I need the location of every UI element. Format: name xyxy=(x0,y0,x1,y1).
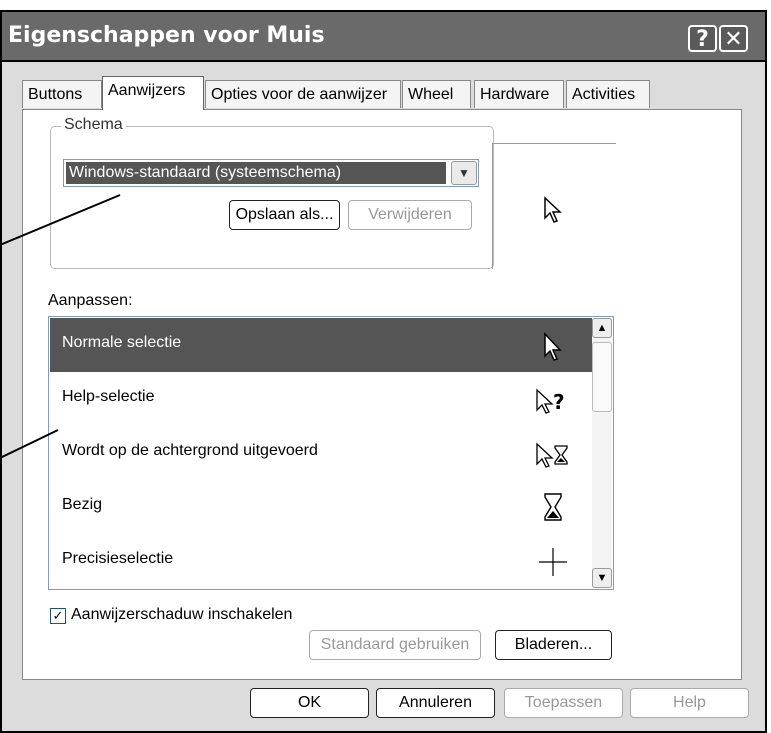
scroll-thumb[interactable] xyxy=(592,342,612,412)
cursor-list[interactable]: Normale selectie Help-selectie ? Wordt o… xyxy=(48,316,614,590)
browse-button[interactable]: Bladeren... xyxy=(495,630,612,660)
tab-hardware[interactable]: Hardware xyxy=(474,80,564,108)
chevron-down-icon[interactable]: ▼ xyxy=(451,161,477,185)
title-bar[interactable]: Eigenschappen voor Muis ? ✕ xyxy=(2,12,765,62)
window-title: Eigenschappen voor Muis xyxy=(8,23,325,48)
shadow-checkbox-label[interactable]: Aanwijzerschaduw inschakelen xyxy=(71,606,292,624)
mouse-properties-window: Eigenschappen voor Muis ? ✕ Buttons Aanw… xyxy=(0,10,767,733)
use-default-button[interactable]: Standaard gebruiken xyxy=(309,630,481,660)
list-item[interactable]: Precisieselectie xyxy=(50,534,593,588)
list-item[interactable]: Wordt op de achtergrond uitgevoerd xyxy=(50,426,593,480)
save-as-button[interactable]: Opslaan als... xyxy=(229,200,340,230)
cancel-button[interactable]: Annuleren xyxy=(376,688,495,718)
help-title-button[interactable]: ? xyxy=(688,25,717,52)
svg-text:?: ? xyxy=(553,390,565,414)
schema-dropdown[interactable]: Windows-standaard (systeemschema) ▼ xyxy=(63,159,479,187)
list-item[interactable]: Normale selectie xyxy=(50,318,593,372)
hourglass-icon xyxy=(544,493,562,521)
list-item[interactable]: Bezig xyxy=(50,480,593,534)
scroll-up-icon[interactable]: ▲ xyxy=(592,318,612,338)
schema-selected-value: Windows-standaard (systeemschema) xyxy=(66,162,446,184)
pointer-preview xyxy=(492,143,616,269)
crosshair-icon xyxy=(539,548,567,576)
list-item[interactable]: Help-selectie ? xyxy=(50,372,593,426)
help-select-icon: ? xyxy=(536,388,565,414)
tab-activities[interactable]: Activities xyxy=(566,80,650,108)
close-button[interactable]: ✕ xyxy=(719,25,748,52)
delete-button[interactable]: Verwijderen xyxy=(348,200,472,230)
arrow-pointer-preview-icon xyxy=(544,196,562,223)
tab-pointer-options[interactable]: Opties voor de aanwijzer xyxy=(205,80,401,108)
schema-legend: Schema xyxy=(61,116,126,134)
tab-aanwijzers[interactable]: Aanwijzers xyxy=(102,76,204,110)
tab-buttons[interactable]: Buttons xyxy=(22,80,102,108)
tab-panel-aanwijzers: Schema Windows-standaard (systeemschema)… xyxy=(22,109,742,680)
arrow-pointer-icon xyxy=(544,332,562,361)
ok-button[interactable]: OK xyxy=(250,688,369,718)
scroll-down-icon[interactable]: ▼ xyxy=(592,568,612,588)
customize-label: Aanpassen: xyxy=(48,292,133,309)
tab-wheel[interactable]: Wheel xyxy=(402,80,471,108)
shadow-checkbox[interactable]: ✓ xyxy=(50,608,66,624)
working-in-background-icon xyxy=(536,442,568,468)
apply-button[interactable]: Toepassen xyxy=(504,688,623,718)
schema-group: Schema Windows-standaard (systeemschema)… xyxy=(50,116,494,269)
list-scrollbar[interactable]: ▲ ▼ xyxy=(592,318,612,588)
help-button[interactable]: Help xyxy=(630,688,749,718)
